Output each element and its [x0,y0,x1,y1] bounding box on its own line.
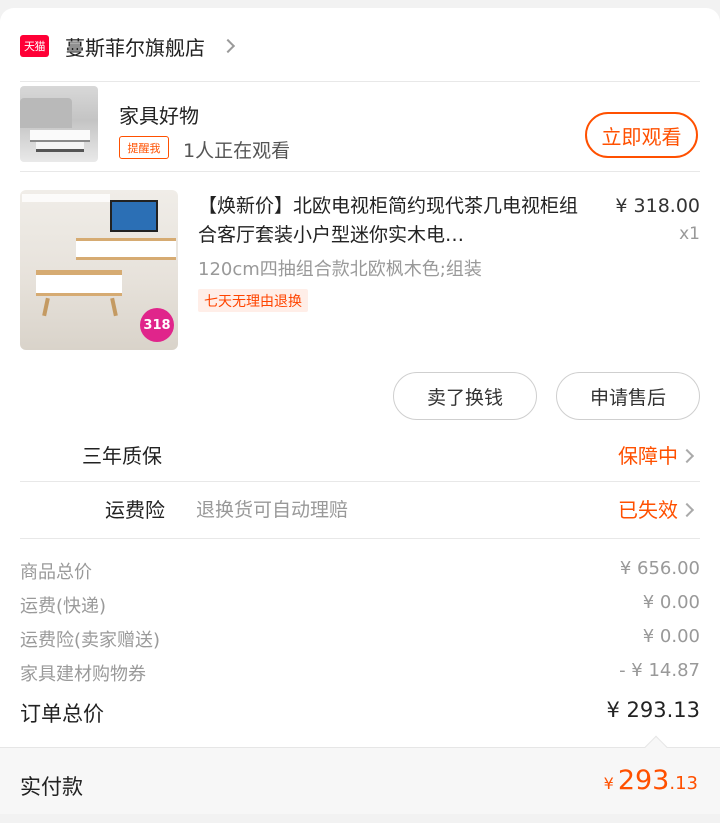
product-sku: 120cm四抽组合款北欧枫木色;组装 [198,259,482,280]
store-header[interactable]: 天猫 蔓斯菲尔旗舰店 [20,28,236,64]
summary-row-shipping: 运费(快递) ¥ 0.00 [20,592,700,618]
live-thumbnail[interactable] [20,86,98,162]
watch-now-button[interactable]: 立即观看 [585,112,698,158]
paid-currency: ¥ [603,774,614,793]
summary-label: 运费险(卖家赠送) [20,630,161,651]
warranty-status: 保障中 [618,444,678,468]
chevron-right-icon [220,38,236,54]
shipping-insurance-desc: 退换货可自动理赔 [196,499,349,521]
shipping-insurance-label: 运费险 [105,498,165,522]
summary-label: 运费(快递) [20,596,107,617]
product-price: ¥ 318.00 [615,195,700,217]
paid-decimal: .13 [669,773,698,794]
summary-value: ¥ 0.00 [642,592,700,613]
divider [20,171,700,172]
paid-label: 实付款 [20,775,83,799]
summary-value: ¥ 656.00 [619,558,700,579]
divider [20,481,700,482]
divider [20,81,700,82]
summary-row-insurance: 运费险(卖家赠送) ¥ 0.00 [20,626,700,652]
chevron-right-icon [679,448,695,464]
divider [20,538,700,539]
product-title[interactable]: 【焕新价】北欧电视柜简约现代茶几电视柜组合客厅套装小户型迷你实木电… [198,192,596,250]
product-image[interactable]: 318 [20,190,178,350]
summary-value: ¥ 0.00 [642,626,700,647]
paid-integer: 293 [617,765,670,796]
order-detail-card: 天猫 蔓斯菲尔旗舰店 家具好物 提醒我 1人正在观看 立即观看 318 【焕新价… [0,8,720,814]
order-total-label: 订单总价 [20,702,104,726]
tmall-logo-icon: 天猫 [20,35,49,57]
summary-value: - ¥ 14.87 [619,660,700,681]
product-quantity: x1 [679,224,700,244]
paid-amount: ¥ 293 .13 [604,765,698,796]
summary-row-subtotal: 商品总价 ¥ 656.00 [20,558,700,584]
warranty-label: 三年质保 [82,444,162,468]
store-name[interactable]: 蔓斯菲尔旗舰店 [65,32,205,61]
summary-row-coupon: 家具建材购物券 - ¥ 14.87 [20,660,700,686]
price-badge: 318 [140,308,174,342]
sell-for-cash-button[interactable]: 卖了换钱 [393,372,537,420]
after-sale-button[interactable]: 申请售后 [556,372,700,420]
chevron-right-icon [679,502,695,518]
return-policy-tag: 七天无理由退换 [198,289,308,312]
summary-label: 商品总价 [20,562,92,583]
summary-label: 家具建材购物券 [20,664,146,685]
order-total-value: ¥ 293.13 [606,698,700,722]
remind-me-button[interactable]: 提醒我 [119,136,169,159]
order-total-row: 订单总价 ¥ 293.13 [20,698,700,728]
live-title: 家具好物 [119,104,199,128]
watching-count: 1人正在观看 [183,140,291,162]
shipping-insurance-status: 已失效 [618,498,678,522]
